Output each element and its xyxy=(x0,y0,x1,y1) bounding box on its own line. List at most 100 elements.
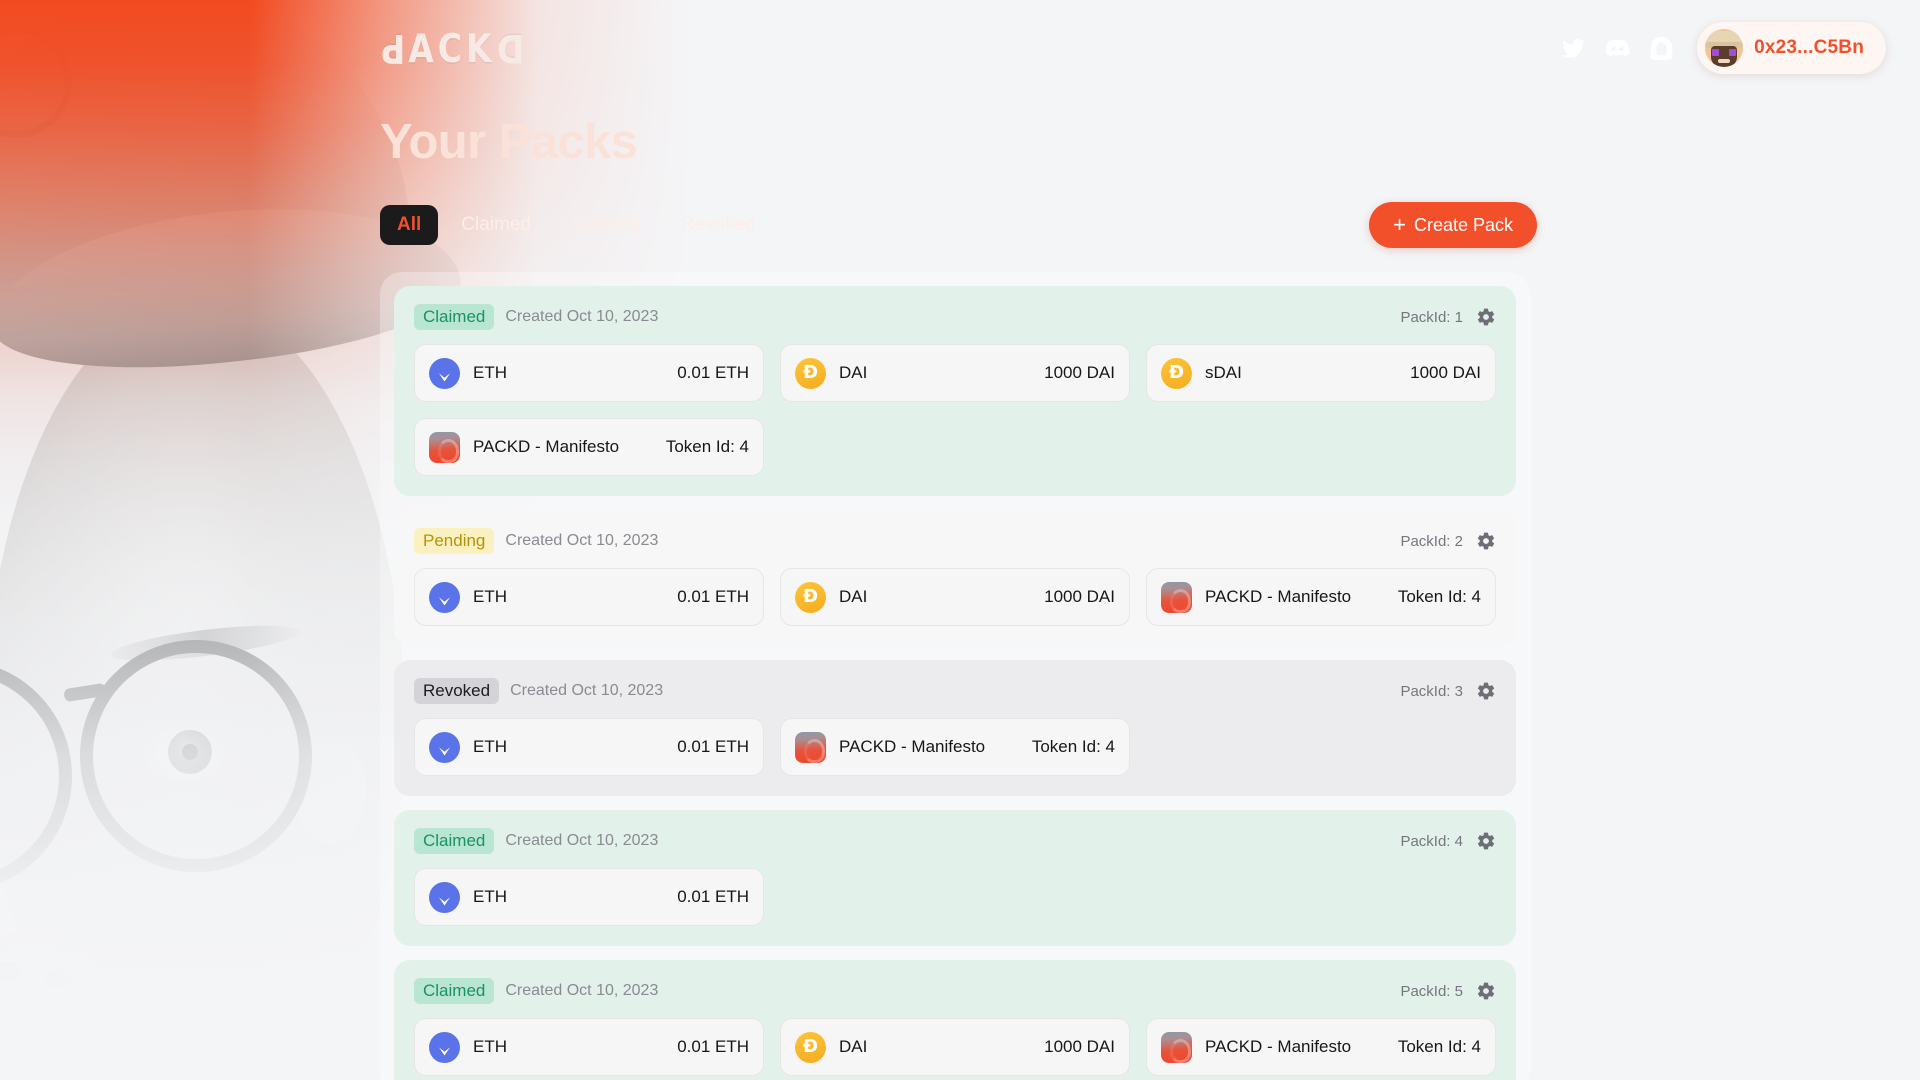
pack-card[interactable]: Claimed Created Oct 10, 2023 PackId: 5 ETH 0… xyxy=(394,960,1516,1080)
toolbar: All Claimed Pending Revoked + Create Pack xyxy=(380,202,1920,248)
pack-card-header: Claimed Created Oct 10, 2023 PackId: 1 xyxy=(414,304,1496,330)
asset-value: 1000 DAI xyxy=(1044,363,1115,382)
asset-row[interactable]: ETH 0.01 ETH xyxy=(414,568,764,626)
asset-row[interactable]: PACKD - Manifesto Token Id: 4 xyxy=(1146,1018,1496,1076)
asset-name: ETH xyxy=(473,587,507,606)
avatar-mouth xyxy=(1718,59,1731,63)
wallet-badge[interactable]: 0x23...C5Bn xyxy=(1697,22,1886,74)
app-root: PACKD 0x23...C5Bn Your Packs All Claimed… xyxy=(0,0,1920,1080)
pack-meta: PackId: 4 xyxy=(1400,831,1496,851)
tab-revoked[interactable]: Revoked xyxy=(664,205,773,245)
pack-created-date: Created Oct 10, 2023 xyxy=(505,308,659,325)
avatar-eye-left xyxy=(1712,49,1720,56)
gear-icon[interactable] xyxy=(1476,681,1496,701)
pack-card[interactable]: Pending Created Oct 10, 2023 PackId: 2 ETH 0… xyxy=(394,510,1516,646)
pack-id-label: PackId: 4 xyxy=(1400,832,1463,850)
ethereum-diamond-icon xyxy=(439,364,450,382)
asset-name: DAI xyxy=(839,363,868,382)
twitter-icon[interactable] xyxy=(1560,35,1587,62)
mirror-icon[interactable] xyxy=(1648,35,1675,62)
ethereum-diamond-icon xyxy=(439,1038,450,1056)
dai-token-icon: Ð xyxy=(795,581,826,613)
nft-token-icon xyxy=(1161,581,1192,613)
asset-name: PACKD - Manifesto xyxy=(1205,587,1352,606)
asset-value: 0.01 ETH xyxy=(677,1037,749,1056)
status-badge: Claimed xyxy=(414,828,495,854)
assets-grid: ETH 0.01 ETH PACKD - Manifesto Token Id: 4 xyxy=(414,718,1496,776)
asset-row[interactable]: ETH 0.01 ETH xyxy=(414,344,764,402)
eth-token-icon xyxy=(429,881,460,913)
asset-row[interactable]: Ð DAI 1000 DAI xyxy=(780,344,1130,402)
asset-name: ETH xyxy=(473,363,507,382)
asset-row[interactable]: PACKD - Manifesto Token Id: 4 xyxy=(780,718,1130,776)
brand-logo[interactable]: PACKD xyxy=(380,25,524,71)
dai-symbol-icon: Ð xyxy=(802,586,819,607)
logo-letter-c: C xyxy=(437,24,463,72)
discord-icon[interactable] xyxy=(1604,35,1631,62)
asset-value: 0.01 ETH xyxy=(677,587,749,606)
gear-icon[interactable] xyxy=(1476,981,1496,1001)
dai-token-icon: Ð xyxy=(795,357,826,389)
gear-icon[interactable] xyxy=(1476,531,1496,551)
pack-card[interactable]: Claimed Created Oct 10, 2023 PackId: 1 ETH 0… xyxy=(394,286,1516,496)
pack-created-date: Created Oct 10, 2023 xyxy=(505,832,659,849)
asset-row[interactable]: Ð DAI 1000 DAI xyxy=(780,568,1130,626)
pack-created-date: Created Oct 10, 2023 xyxy=(510,682,664,699)
tab-claimed[interactable]: Claimed xyxy=(444,205,548,245)
asset-row[interactable]: ÐsDAI 1000 DAI xyxy=(1146,344,1496,402)
pack-id-label: PackId: 5 xyxy=(1400,982,1463,1000)
tab-pending[interactable]: Pending xyxy=(554,205,658,245)
create-pack-button[interactable]: + Create Pack xyxy=(1369,202,1537,248)
plus-icon: + xyxy=(1393,212,1406,237)
nft-token-icon xyxy=(429,431,460,463)
assets-grid: ETH 0.01 ETH xyxy=(414,868,1496,926)
status-badge: Claimed xyxy=(414,304,495,330)
tab-all[interactable]: All xyxy=(380,205,439,245)
gear-icon[interactable] xyxy=(1476,307,1496,327)
main-content: Your Packs All Claimed Pending Revoked + Cr… xyxy=(0,114,1920,1080)
create-pack-label: Create Pack xyxy=(1413,214,1513,235)
site-header: PACKD 0x23...C5Bn xyxy=(0,0,1920,96)
pack-card-header: Claimed Created Oct 10, 2023 PackId: 5 xyxy=(414,978,1496,1004)
asset-name: DAI xyxy=(839,587,868,606)
asset-value: 0.01 ETH xyxy=(677,363,749,382)
ethereum-diamond-icon xyxy=(439,888,450,906)
avatar-eye-right xyxy=(1729,49,1737,56)
logo-letter-p: P xyxy=(380,24,406,72)
pack-card[interactable]: Claimed Created Oct 10, 2023 PackId: 4 ETH 0… xyxy=(394,810,1516,946)
dai-symbol-icon: Ð xyxy=(802,362,819,383)
dai-symbol-icon: Ð xyxy=(1168,362,1185,383)
pack-meta: PackId: 1 xyxy=(1400,307,1496,327)
dai-token-icon: Ð xyxy=(795,1031,826,1063)
social-links xyxy=(1560,35,1675,62)
pack-meta: PackId: 5 xyxy=(1400,981,1496,1001)
packs-panel[interactable]: Claimed Created Oct 10, 2023 PackId: 1 ETH 0… xyxy=(380,272,1530,1080)
asset-value: 1000 DAI xyxy=(1410,363,1481,382)
logo-letter-d: D xyxy=(495,24,524,72)
status-badge: Pending xyxy=(414,528,495,554)
pack-id-label: PackId: 3 xyxy=(1400,682,1463,700)
asset-row[interactable]: Ð DAI 1000 DAI xyxy=(780,1018,1130,1076)
pack-meta: PackId: 2 xyxy=(1400,531,1496,551)
eth-token-icon xyxy=(429,581,460,613)
asset-name: ETH xyxy=(473,737,507,756)
asset-name: ETH xyxy=(473,1037,507,1056)
asset-value: Token Id: 4 xyxy=(1031,737,1115,756)
gear-icon[interactable] xyxy=(1476,831,1496,851)
pack-card[interactable]: Revoked Created Oct 10, 2023 PackId: 3 ETH 0… xyxy=(394,660,1516,796)
asset-row[interactable]: ETH 0.01 ETH xyxy=(414,1018,764,1076)
avatar xyxy=(1705,29,1744,67)
pack-card-header: Revoked Created Oct 10, 2023 PackId: 3 xyxy=(414,678,1496,704)
ethereum-diamond-icon xyxy=(439,738,450,756)
asset-row[interactable]: PACKD - Manifesto Token Id: 4 xyxy=(414,418,764,476)
asset-row[interactable]: PACKD - Manifesto Token Id: 4 xyxy=(1146,568,1496,626)
asset-value: 1000 DAI xyxy=(1044,587,1115,606)
asset-name: sDAI xyxy=(1205,363,1242,382)
asset-value: 0.01 ETH xyxy=(677,887,749,906)
asset-row[interactable]: ETH 0.01 ETH xyxy=(414,718,764,776)
eth-token-icon xyxy=(429,731,460,763)
assets-grid: ETH 0.01 ETH Ð DAI 1000 DAI PACKD - Manifesto… xyxy=(414,1018,1496,1076)
asset-value: Token Id: 4 xyxy=(1397,587,1481,606)
asset-row[interactable]: ETH 0.01 ETH xyxy=(414,868,764,926)
wallet-address: 0x23...C5Bn xyxy=(1754,37,1864,58)
